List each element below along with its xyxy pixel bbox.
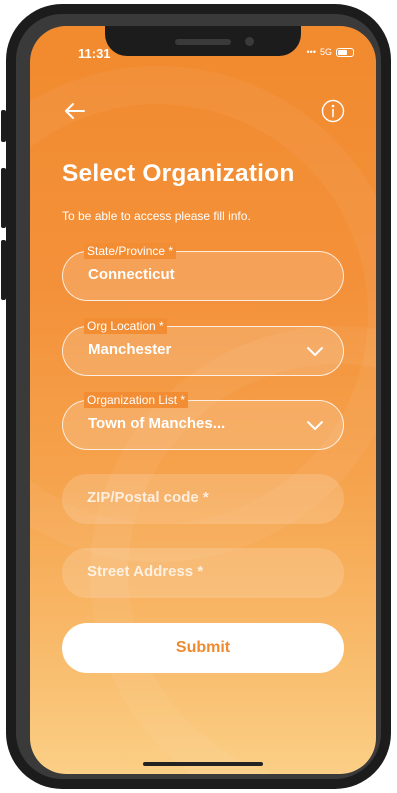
side-button-mute <box>1 110 6 142</box>
speaker-grille <box>175 39 231 45</box>
state-province-field[interactable]: State/Province * Connecticut <box>62 243 344 301</box>
org-location-label: Org Location * <box>84 318 167 334</box>
state-province-value: Connecticut <box>88 266 175 283</box>
chevron-down-icon <box>305 415 325 435</box>
organization-list-label: Organization List * <box>84 392 189 408</box>
side-button-volume-down <box>1 240 6 300</box>
street-address-input[interactable]: Street Address * <box>62 548 344 598</box>
network-label: 5G <box>319 47 332 57</box>
organization-list-dropdown[interactable]: Organization List * Town of Manches... <box>62 392 344 450</box>
zip-postal-code-placeholder: ZIP/Postal code * <box>87 489 209 506</box>
submit-button-label: Submit <box>175 639 231 656</box>
app-screen: 11:31 ••• 5G Select Organization To be a… <box>30 26 376 774</box>
page-title: Select Organization <box>62 160 295 187</box>
side-button-volume-up <box>1 168 6 228</box>
status-time: 11:31 <box>78 46 111 61</box>
chevron-down-icon <box>305 341 325 361</box>
org-location-value: Manchester <box>88 341 172 358</box>
zip-postal-code-input[interactable]: ZIP/Postal code * <box>62 474 344 524</box>
submit-button[interactable]: Submit <box>62 623 344 673</box>
org-location-dropdown[interactable]: Org Location * Manchester <box>62 318 344 376</box>
phone-notch <box>105 26 301 56</box>
organization-list-value: Town of Manches... <box>88 415 226 432</box>
signal-icon: ••• <box>306 47 316 57</box>
front-camera <box>245 37 254 46</box>
battery-icon <box>336 47 354 57</box>
home-indicator[interactable] <box>143 762 263 766</box>
state-province-label: State/Province * <box>84 243 177 259</box>
info-icon[interactable] <box>320 98 346 124</box>
back-arrow-icon[interactable] <box>62 98 88 124</box>
status-icons: ••• 5G <box>307 47 354 57</box>
page-subtitle: To be able to access please fill info. <box>62 209 251 223</box>
street-address-placeholder: Street Address * <box>87 563 204 580</box>
